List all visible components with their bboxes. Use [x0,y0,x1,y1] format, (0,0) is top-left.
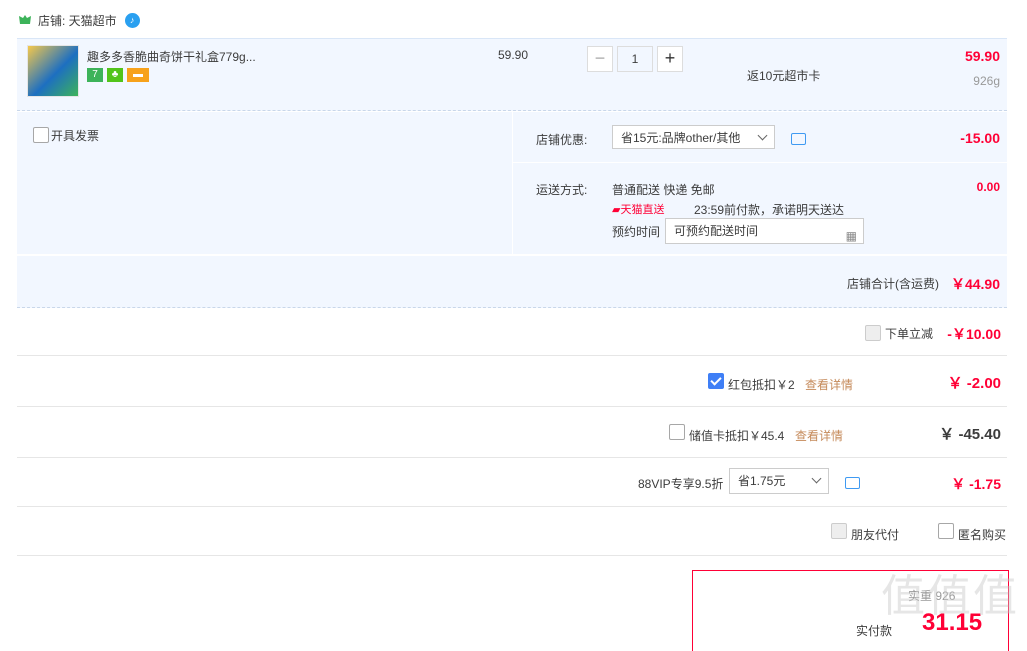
chat-icon[interactable] [845,477,860,489]
shop-discount-value: 省15元:品牌other/其他 [621,131,741,145]
invoice-checkbox[interactable] [33,127,49,143]
store-total-row: 店铺合计(含运费) ￥44.90 [17,256,1007,308]
stored-card-label: 储值卡抵扣￥45.4 [689,429,785,443]
divider [17,555,1007,556]
anonymous-label: 匿名购买 [958,528,1007,542]
pay-label: 实付款 [856,624,893,638]
store-total-value: ￥44.90 [950,276,1000,292]
stored-card-detail-link[interactable]: 查看详情 [795,427,843,444]
schedule-select[interactable]: 可预约配送时间 ▦ [665,218,864,244]
product-image[interactable] [27,45,79,97]
unit-price: 59.90 [498,48,529,62]
stored-card-checkbox[interactable] [669,424,685,440]
shipping-amount: 0.00 [976,180,1000,194]
divider [512,162,1007,163]
watermark-logo: 值值值 [881,571,1019,622]
vip-select-value: 省1.75元 [738,474,786,488]
instant-discount-value: -￥10.00 [947,326,1001,342]
shop-discount-label: 店铺优惠: [536,133,588,147]
order-item-row: 趣多多香脆曲奇饼干礼盒779g... 7 ♣ ▬ 59.90 − 1 + 返10… [17,38,1007,111]
invoice-panel: 开具发票 [17,112,513,254]
rebate-text: 返10元超市卡 [747,69,821,83]
schedule-label: 预约时间 [612,225,661,239]
product-title[interactable]: 趣多多香脆曲奇饼干礼盒779g... [87,48,256,65]
vip-select[interactable]: 省1.75元 [729,468,829,494]
shipping-label: 运送方式: [536,183,588,197]
quantity-input[interactable]: 1 [617,46,653,72]
store-name[interactable]: 店铺: 天猫超市 [38,12,117,29]
divider [17,457,1007,458]
chevron-down-icon [757,130,768,141]
stored-card-value: ￥ -45.40 [939,426,1001,443]
order-options-panel: 开具发票 店铺优惠: 省15元:品牌other/其他 -15.00 运送方式: … [17,112,1007,254]
red-packet-value: ￥ -2.00 [947,375,1001,392]
tmall-direct-text: 天猫直送 [620,204,665,216]
shop-discount-amount: -15.00 [960,130,1000,146]
friend-pay-label: 朋友代付 [851,528,900,542]
friend-pay-checkbox [831,523,847,539]
instant-discount-label: 下单立减 [885,327,934,341]
shipping-method: 普通配送 快递 免邮 [612,183,715,197]
item-total: 59.90 [964,48,1000,64]
store-icon [19,15,31,24]
tag-card-icon: ▬ [127,68,149,82]
tag-gift-icon: ♣ [107,68,123,82]
divider [17,406,1007,407]
quantity-stepper: − 1 + [587,46,683,72]
minus-button[interactable]: − [587,46,613,72]
anonymous-checkbox[interactable] [938,523,954,539]
divider [17,355,1007,356]
store-total-label: 店铺合计(含运费) [847,277,939,291]
chevron-down-icon [811,473,822,484]
item-weight: 926g [973,74,1000,88]
chat-icon[interactable] [791,133,806,145]
divider [17,506,1007,507]
instant-discount-checkbox [865,325,881,341]
tag-7-icon: 7 [87,68,103,82]
calendar-icon: ▦ [845,229,857,243]
red-packet-checkbox[interactable] [708,373,724,389]
schedule-value: 可预约配送时间 [674,224,759,238]
vip-value: ￥ -1.75 [951,476,1001,492]
chat-badge-icon[interactable]: ♪ [124,12,140,28]
red-packet-detail-link[interactable]: 查看详情 [805,376,853,393]
delivery-promise: 23:59前付款，承诺明天送达 [694,203,845,217]
shop-discount-select[interactable]: 省15元:品牌other/其他 [612,125,775,149]
tmall-direct-badge: ▰天猫直送 [612,201,664,217]
vip-label: 88VIP专享9.5折 [638,477,724,491]
plus-button[interactable]: + [657,46,683,72]
store-header: 店铺: 天猫超市 ♪ [18,10,140,30]
invoice-label: 开具发票 [51,129,100,143]
red-packet-label: 红包抵扣￥2 [728,378,795,392]
